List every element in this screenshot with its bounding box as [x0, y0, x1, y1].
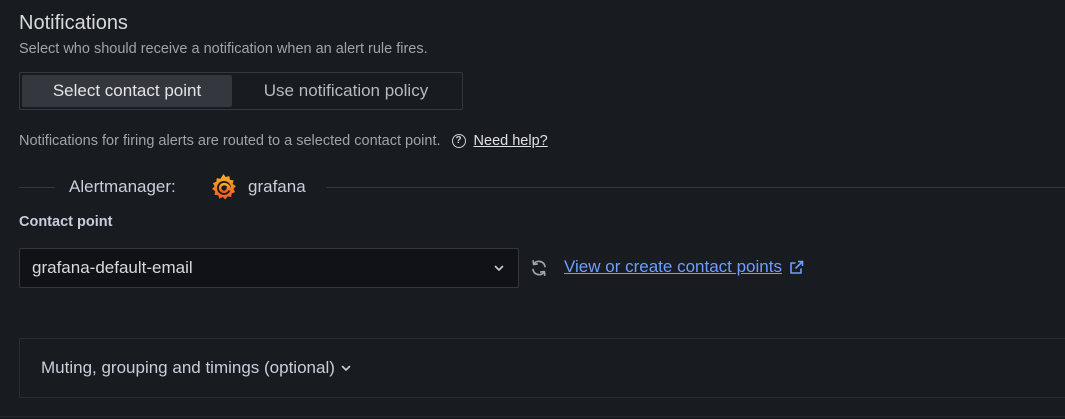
chevron-down-icon: [492, 261, 506, 275]
view-create-contact-points-link[interactable]: View or create contact points: [564, 257, 805, 277]
select-contact-point-option[interactable]: Select contact point: [22, 75, 232, 107]
need-help-link[interactable]: Need help?: [474, 133, 548, 149]
external-link-icon: [790, 260, 804, 274]
need-help-link-group[interactable]: ? Need help?: [451, 133, 548, 149]
routing-info: Notifications for firing alerts are rout…: [19, 133, 548, 149]
contact-point-select-value: grafana-default-email: [32, 258, 193, 277]
routing-info-text: Notifications for firing alerts are rout…: [19, 133, 441, 149]
routing-mode-radio-group: Select contact point Use notification po…: [19, 72, 463, 110]
view-create-contact-points-label: View or create contact points: [564, 257, 782, 276]
use-notification-policy-option[interactable]: Use notification policy: [232, 75, 460, 107]
question-circle-icon: ?: [451, 134, 466, 148]
divider-right: [326, 187, 1065, 188]
contact-point-select[interactable]: grafana-default-email: [19, 248, 519, 288]
contact-point-label: Contact point: [19, 214, 113, 230]
alertmanager-name: grafana: [248, 177, 306, 196]
muting-grouping-timings-label: Muting, grouping and timings (optional): [41, 358, 335, 377]
alertmanager-label: Alertmanager:: [69, 177, 176, 196]
divider-left: [19, 187, 55, 188]
grafana-logo-icon: [212, 173, 236, 200]
sync-icon[interactable]: [529, 258, 549, 278]
section-subtitle: Select who should receive a notification…: [19, 41, 428, 57]
bottom-divider: [0, 416, 1065, 417]
chevron-down-icon: [339, 361, 353, 375]
muting-grouping-timings-collapse[interactable]: Muting, grouping and timings (optional): [19, 338, 1065, 398]
section-title: Notifications: [19, 12, 128, 34]
